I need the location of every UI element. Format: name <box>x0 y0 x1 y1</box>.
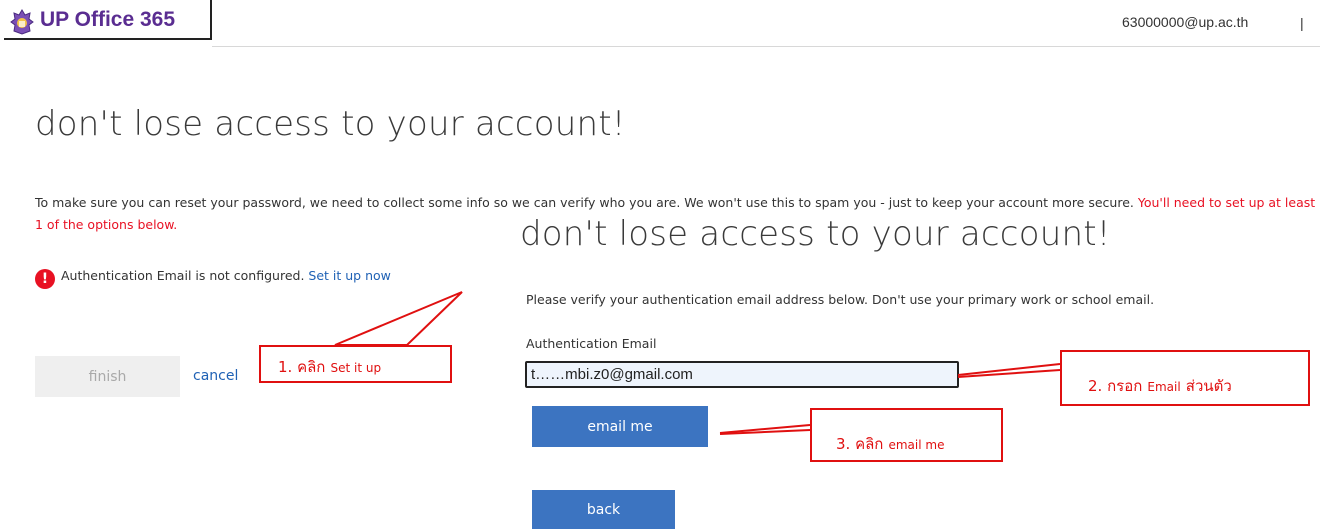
callout-3-main: 3. คลิก <box>836 435 884 453</box>
callout-2-detail: Email <box>1147 380 1181 394</box>
app-logo[interactable]: UP Office 365 <box>4 0 212 40</box>
callout-step-1: 1. คลิก Set it up <box>259 345 452 383</box>
auth-email-status: ! Authentication Email is not configured.… <box>35 268 391 289</box>
auth-status-text: Authentication Email is not configured. <box>61 268 309 283</box>
app-name: UP Office 365 <box>40 8 176 31</box>
email-me-button[interactable]: email me <box>532 406 708 447</box>
back-button[interactable]: back <box>532 490 675 529</box>
header-divider-line <box>212 46 1320 47</box>
callout-step-2: 2. กรอก Email ส่วนตัว <box>1060 350 1310 406</box>
user-account-email[interactable]: 63000000@up.ac.th <box>1122 14 1248 30</box>
callout-1-arrow <box>334 291 463 346</box>
callout-1-main: 1. คลิก <box>278 358 326 376</box>
callout-step-3: 3. คลิก email me <box>810 408 1003 462</box>
university-seal-icon <box>10 9 34 35</box>
intro-description: To make sure you can reset your password… <box>35 195 1138 210</box>
callout-1-detail: Set it up <box>330 361 382 375</box>
callout-3-detail: email me <box>888 438 945 452</box>
auth-email-label: Authentication Email <box>526 336 657 351</box>
callout-3-arrow-lower <box>719 429 811 435</box>
finish-button[interactable]: finish <box>35 356 180 397</box>
page-title: don't lose access to your account! <box>35 104 626 144</box>
header-separator: | <box>1300 15 1304 31</box>
verify-instruction: Please verify your authentication email … <box>526 292 1155 307</box>
set-it-up-now-link[interactable]: Set it up now <box>308 268 390 283</box>
callout-arrows <box>334 291 1061 435</box>
auth-email-input[interactable] <box>525 361 959 388</box>
cancel-link[interactable]: cancel <box>193 368 238 384</box>
callout-3-arrow <box>719 424 811 434</box>
verify-panel-title: don't lose access to your account! <box>520 214 1111 254</box>
alert-icon: ! <box>35 269 55 289</box>
callout-2-main: 2. กรอก <box>1088 377 1143 395</box>
callout-2-arrow <box>957 363 1061 376</box>
callout-2-suffix: ส่วนตัว <box>1185 377 1232 395</box>
callout-2-arrow-lower <box>957 369 1061 378</box>
